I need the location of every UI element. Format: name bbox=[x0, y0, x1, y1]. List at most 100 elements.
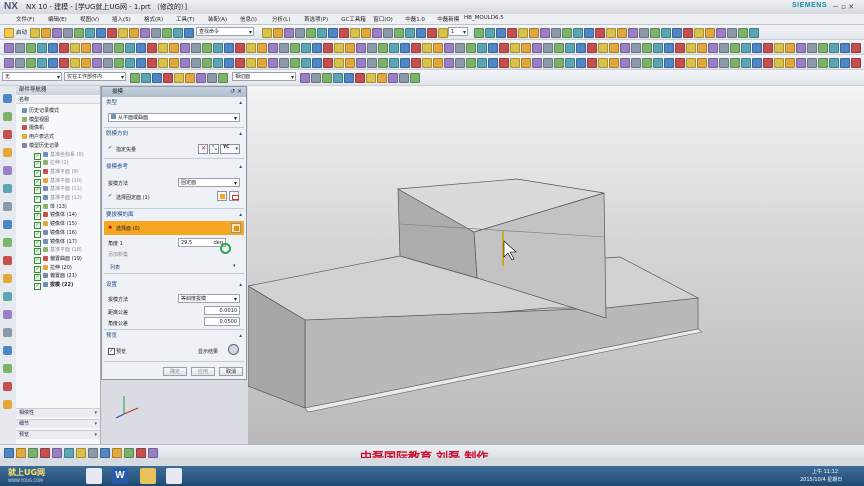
toolbar-icon[interactable] bbox=[763, 58, 773, 68]
toolbar-icon[interactable] bbox=[565, 58, 575, 68]
toolbar-icon[interactable] bbox=[184, 28, 194, 38]
toolbar-icon[interactable] bbox=[521, 43, 531, 53]
toolbar-icon[interactable] bbox=[141, 73, 151, 83]
toolbar-icon[interactable] bbox=[543, 43, 553, 53]
toolbar-icon[interactable] bbox=[653, 58, 663, 68]
toolbar-icon[interactable] bbox=[4, 43, 14, 53]
toolbar-icon[interactable] bbox=[719, 43, 729, 53]
settings-section[interactable]: 设置 bbox=[104, 281, 244, 290]
resource-bar-icon[interactable] bbox=[3, 400, 12, 409]
toolbar-icon[interactable] bbox=[529, 28, 539, 38]
toolbar-icon[interactable] bbox=[202, 58, 212, 68]
toolbar-icon[interactable] bbox=[148, 448, 158, 458]
toolbar-icon[interactable] bbox=[169, 43, 179, 53]
type-section[interactable]: 类型 bbox=[104, 99, 244, 108]
toolbar-icon[interactable] bbox=[620, 43, 630, 53]
toolbar-icon[interactable] bbox=[708, 58, 718, 68]
toolbar-icon[interactable] bbox=[466, 43, 476, 53]
toolbar-icon[interactable] bbox=[642, 43, 652, 53]
toolbar-icon[interactable] bbox=[466, 58, 476, 68]
toolbar-icon[interactable] bbox=[151, 28, 161, 38]
toolbar-icon[interactable] bbox=[609, 58, 619, 68]
toolbar-icon[interactable] bbox=[741, 58, 751, 68]
toolbar-icon[interactable] bbox=[15, 43, 25, 53]
toolbar-icon[interactable] bbox=[518, 28, 528, 38]
toolbar-icon[interactable] bbox=[617, 28, 627, 38]
toolbar-icon[interactable] bbox=[708, 43, 718, 53]
toolbar-icon[interactable] bbox=[103, 43, 113, 53]
toolbar-icon[interactable] bbox=[422, 43, 432, 53]
toolbar-icon[interactable] bbox=[107, 28, 117, 38]
toolbar-icon[interactable] bbox=[158, 43, 168, 53]
navigator-node[interactable]: ✓ 基准平面 (18) bbox=[34, 246, 82, 256]
menu-item[interactable]: GC工具箱 bbox=[341, 15, 366, 23]
toolbar-icon[interactable] bbox=[367, 58, 377, 68]
fixed-face-reset-button[interactable] bbox=[229, 191, 239, 201]
toolbar-icon[interactable] bbox=[738, 28, 748, 38]
toolbar-icon[interactable] bbox=[333, 73, 343, 83]
toolbar-icon[interactable] bbox=[4, 58, 14, 68]
toolbar-icon[interactable] bbox=[129, 28, 139, 38]
toolbar-icon[interactable] bbox=[427, 28, 437, 38]
toolbar-icon[interactable] bbox=[173, 28, 183, 38]
direction-section[interactable]: 脱模方向 bbox=[104, 130, 244, 139]
toolbar-icon[interactable] bbox=[158, 58, 168, 68]
reference-section[interactable]: 拔模参考 bbox=[104, 163, 244, 172]
toolbar-icon[interactable] bbox=[290, 58, 300, 68]
toolbar-icon[interactable] bbox=[499, 58, 509, 68]
toolbar-icon[interactable] bbox=[295, 28, 305, 38]
angle-input[interactable]: 29.5 deg bbox=[178, 238, 226, 247]
toolbar-icon[interactable] bbox=[763, 43, 773, 53]
preview-section[interactable]: 预览 bbox=[104, 332, 244, 341]
toolbar-icon[interactable] bbox=[840, 43, 850, 53]
toolbar-icon[interactable] bbox=[202, 43, 212, 53]
navigator-node[interactable]: ✓ 基准平面 (12) bbox=[34, 194, 82, 203]
toolbar-icon[interactable] bbox=[70, 58, 80, 68]
start-icon[interactable] bbox=[4, 28, 14, 38]
toolbar-icon[interactable] bbox=[196, 73, 206, 83]
toolbar-icon[interactable] bbox=[76, 448, 86, 458]
toolbar-icon[interactable] bbox=[322, 73, 332, 83]
toolbar-icon[interactable] bbox=[52, 28, 62, 38]
toolbar-icon[interactable] bbox=[301, 58, 311, 68]
toolbar-icon[interactable] bbox=[207, 73, 217, 83]
toolbar-icon[interactable] bbox=[532, 43, 542, 53]
toolbar-icon[interactable] bbox=[829, 43, 839, 53]
navigator-section-0[interactable]: 相依性 bbox=[16, 408, 100, 418]
toolbar-icon[interactable] bbox=[554, 58, 564, 68]
toolbar-icon[interactable] bbox=[306, 28, 316, 38]
toolbar-icon[interactable] bbox=[124, 448, 134, 458]
toolbar-icon[interactable] bbox=[334, 58, 344, 68]
toolbar-icon[interactable] bbox=[719, 58, 729, 68]
toolbar-icon[interactable] bbox=[361, 28, 371, 38]
navigator-section-1[interactable]: 细节 bbox=[16, 419, 100, 429]
toolbar-icon[interactable] bbox=[400, 58, 410, 68]
resource-bar-icon[interactable] bbox=[3, 328, 12, 337]
angle-handle-icon[interactable] bbox=[220, 243, 231, 254]
type-filter-select[interactable]: 无 bbox=[2, 72, 62, 82]
toolbar-icon[interactable] bbox=[598, 58, 608, 68]
toolbar-icon[interactable] bbox=[4, 448, 14, 458]
toolbar-icon[interactable] bbox=[389, 43, 399, 53]
toolbar-icon[interactable] bbox=[565, 43, 575, 53]
toolbar-icon[interactable] bbox=[152, 73, 162, 83]
toolbar-icon[interactable] bbox=[399, 73, 409, 83]
toolbar-icon[interactable] bbox=[92, 58, 102, 68]
toolbar-icon[interactable] bbox=[683, 28, 693, 38]
toolbar-icon[interactable] bbox=[169, 58, 179, 68]
toolbar-icon[interactable] bbox=[85, 28, 95, 38]
resource-bar-icon[interactable] bbox=[3, 148, 12, 157]
toolbar-icon[interactable] bbox=[807, 43, 817, 53]
toolbar-icon[interactable] bbox=[543, 58, 553, 68]
toolbar-icon[interactable] bbox=[576, 58, 586, 68]
toolbar-icon[interactable] bbox=[587, 58, 597, 68]
toolbar-icon[interactable] bbox=[103, 58, 113, 68]
toolbar-icon[interactable] bbox=[312, 43, 322, 53]
resource-bar-icon[interactable] bbox=[3, 256, 12, 265]
draft-type-select[interactable]: 从平面或曲面 bbox=[108, 113, 240, 123]
toolbar-icon[interactable] bbox=[422, 58, 432, 68]
toolbar-icon[interactable] bbox=[125, 43, 135, 53]
toolbar-icon[interactable] bbox=[507, 28, 517, 38]
toolbar-icon[interactable] bbox=[383, 28, 393, 38]
toolbar-icon[interactable] bbox=[300, 73, 310, 83]
